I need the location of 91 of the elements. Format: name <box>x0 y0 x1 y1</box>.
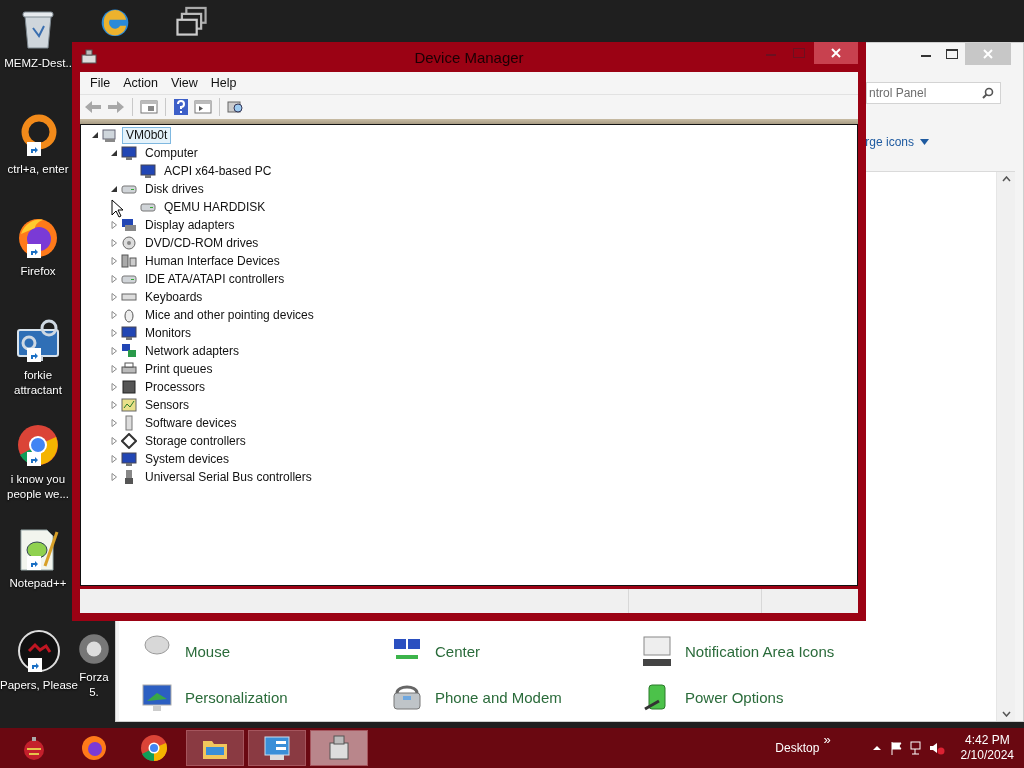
tree-item[interactable]: DVD/CD-ROM drives <box>141 234 263 252</box>
tree-item[interactable]: Monitors <box>141 324 195 342</box>
control-panel-item-link[interactable]: Mouse <box>185 642 231 660</box>
device-icon <box>121 379 137 395</box>
menu-item[interactable]: Action <box>117 76 165 90</box>
search-field[interactable]: ntrol Panel <box>866 82 1001 104</box>
device-icon <box>121 307 137 323</box>
control-panel-item-icon[interactable] <box>141 681 173 713</box>
desktop-icon-label[interactable]: MEMZ-Dest.. <box>4 56 72 71</box>
device-icon <box>121 451 137 467</box>
control-panel-item-link[interactable]: Power Options <box>685 688 784 706</box>
tree-item[interactable]: Print queues <box>141 360 217 378</box>
tree-item[interactable]: Network adapters <box>141 342 244 360</box>
tree-item[interactable]: Computer <box>141 144 202 162</box>
tree-item[interactable]: QEMU HARDDISK <box>160 198 270 216</box>
control-panel-item-link[interactable]: Phone and Modem <box>435 688 562 706</box>
dropdown-caret-icon <box>920 139 929 145</box>
desktop-icon-label[interactable]: ctrl+a, enter <box>7 162 69 177</box>
maximize-icon <box>946 49 958 59</box>
desktop-shortcut-icon[interactable] <box>77 632 111 666</box>
scroll-bar[interactable] <box>996 172 1015 721</box>
control-panel-item-link[interactable]: Center <box>435 642 481 660</box>
taskbar-button[interactable] <box>248 730 306 766</box>
help-icon[interactable] <box>173 98 189 116</box>
device-icon <box>121 343 137 359</box>
device-icon <box>121 253 137 269</box>
device-icon <box>140 163 156 179</box>
search-icon <box>982 87 994 99</box>
scroll-up-icon[interactable] <box>1001 176 1011 182</box>
device-icon <box>121 217 137 233</box>
menu-item[interactable]: View <box>164 76 205 90</box>
device-icon <box>121 433 137 449</box>
close-button[interactable] <box>814 42 858 64</box>
device-icon <box>121 325 137 341</box>
control-panel-item-icon[interactable] <box>641 635 673 667</box>
toolbar-chevron[interactable]: » <box>823 732 831 747</box>
maximize-icon <box>793 48 805 58</box>
mouse-cursor-icon <box>111 199 123 218</box>
taskbar-button[interactable] <box>186 730 244 766</box>
control-panel-item-link[interactable]: Notification Area Icons <box>685 642 835 660</box>
device-icon <box>121 361 137 377</box>
tree-item[interactable]: VM0b0t <box>122 126 172 144</box>
window-title: Device Manager <box>414 48 524 66</box>
search-placeholder: ntrol Panel <box>869 86 927 100</box>
app-icon <box>80 49 98 65</box>
app-icon <box>262 733 292 763</box>
tree-item[interactable]: Keyboards <box>141 288 207 306</box>
clock-time[interactable]: 4:42 PM <box>964 733 1010 748</box>
window-icon[interactable] <box>140 99 158 115</box>
view-by-link[interactable]: rge icons <box>865 135 914 149</box>
clock-date[interactable]: 2/10/2024 <box>960 748 1014 763</box>
tree-item[interactable]: Mice and other pointing devices <box>141 306 318 324</box>
tree-item[interactable]: Storage controllers <box>141 432 250 450</box>
desktop-icon-label[interactable]: Papers, Please <box>0 678 78 693</box>
desktop-icon-label[interactable]: Notepad++ <box>9 576 67 591</box>
toolbar-label[interactable]: Desktop <box>775 741 820 755</box>
close-icon <box>831 48 841 58</box>
desktop-shortcut-icon[interactable] <box>176 5 210 39</box>
tree-item[interactable]: Disk drives <box>141 180 208 198</box>
expander-icon[interactable] <box>109 184 119 194</box>
device-icon <box>102 127 118 143</box>
taskbar-button[interactable] <box>310 730 368 766</box>
close-icon <box>983 49 993 59</box>
panel-icon[interactable] <box>194 99 212 115</box>
tree-item[interactable]: Processors <box>141 378 210 396</box>
tree-item[interactable]: System devices <box>141 450 234 468</box>
tree-item[interactable]: ACPI x64-based PC <box>160 162 276 180</box>
scan-icon[interactable] <box>227 99 245 115</box>
desktop-icon-label[interactable]: forkie attractant <box>0 368 76 398</box>
device-icon <box>121 145 137 161</box>
muted-speaker-icon[interactable] <box>928 740 945 756</box>
tree-item[interactable]: Human Interface Devices <box>141 252 284 270</box>
tree-item[interactable]: IDE ATA/ATAPI controllers <box>141 270 289 288</box>
device-icon <box>121 235 137 251</box>
scroll-down-icon[interactable] <box>1001 711 1011 717</box>
desktop-icon-label[interactable]: Forza 5. <box>77 670 111 700</box>
desktop-icon-label[interactable]: Firefox <box>20 264 56 279</box>
tree-item[interactable]: Display adapters <box>141 216 239 234</box>
tree-item[interactable]: Sensors <box>141 396 194 414</box>
menu-item[interactable]: File <box>84 76 118 90</box>
device-icon <box>121 397 137 413</box>
expander-icon[interactable] <box>90 130 100 140</box>
tree-item[interactable]: Universal Serial Bus controllers <box>141 468 316 486</box>
flag-icon[interactable] <box>888 740 905 756</box>
tree-item[interactable]: Software devices <box>141 414 241 432</box>
app-icon <box>139 733 169 763</box>
desktop-icon-label[interactable]: i know you people we... <box>0 472 76 502</box>
menu-item[interactable]: Help <box>204 76 244 90</box>
expander-icon[interactable] <box>109 148 119 158</box>
control-panel-item-link[interactable]: Personalization <box>185 688 288 706</box>
app-icon <box>79 733 109 763</box>
